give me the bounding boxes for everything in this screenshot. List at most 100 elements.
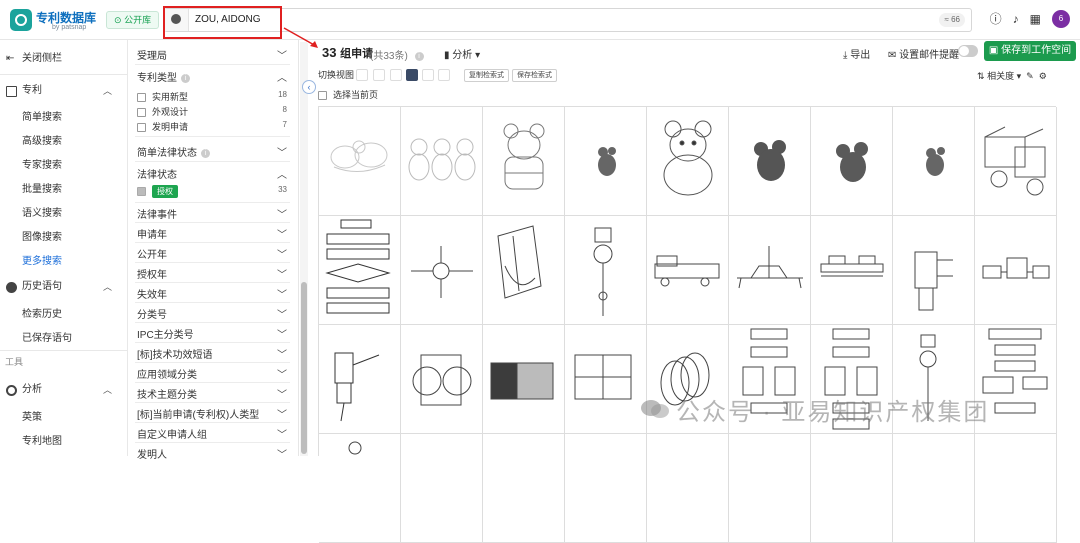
nav-patent-map[interactable]: 专利地图 (22, 432, 62, 447)
filter-patent-type[interactable]: 专利类型 i ︿ (137, 69, 287, 84)
patent-thumbnail[interactable] (893, 216, 975, 325)
chart-view-icon[interactable] (438, 69, 450, 81)
filter-publication-year[interactable]: 公开年 ﹀ (137, 246, 287, 261)
filter-ipc-main[interactable]: IPC主分类号 ﹀ (137, 326, 287, 341)
nav-semantic-search[interactable]: 语义搜索 (22, 204, 62, 219)
filter-application-field[interactable]: 应用领域分类 ﹀ (137, 366, 287, 381)
filter-tech-topic[interactable]: 技术主题分类 ﹀ (137, 386, 287, 401)
export-button[interactable]: ⤓ 导出 (843, 46, 870, 61)
save-query-button[interactable]: 保存检索式 (512, 69, 557, 82)
patent-thumbnail[interactable] (975, 216, 1057, 325)
filter-expiry-year[interactable]: 失效年 ﹀ (137, 286, 287, 301)
filter-application-year[interactable]: 申请年 ﹀ (137, 226, 287, 241)
patent-thumbnail[interactable] (401, 216, 483, 325)
patent-thumbnail[interactable] (319, 216, 401, 325)
copy-query-button[interactable]: 复制检索式 (464, 69, 509, 82)
checkbox[interactable] (318, 91, 327, 101)
chevron-down-icon[interactable]: ﹀ (277, 47, 287, 62)
patent-thumbnail[interactable] (893, 434, 975, 543)
patent-thumbnail[interactable] (319, 107, 401, 216)
patent-thumbnail[interactable] (565, 434, 647, 543)
patent-thumbnail[interactable] (729, 434, 811, 543)
patent-thumbnail[interactable] (975, 107, 1057, 216)
sort-dropdown[interactable]: ⇅ 相关度 ▾ ✎ ⚙ (977, 69, 1047, 82)
patent-thumbnail[interactable] (401, 107, 483, 216)
nav-insights[interactable]: 英策 (22, 408, 42, 423)
chevron-down-icon[interactable]: ﹀ (277, 426, 287, 441)
chevron-down-icon[interactable]: ﹀ (277, 366, 287, 381)
info-icon[interactable]: i (181, 73, 190, 83)
patent-thumbnail[interactable] (811, 434, 893, 543)
chevron-up-icon[interactable]: ︿ (103, 277, 112, 297)
patent-thumbnail[interactable] (975, 434, 1057, 543)
chevron-down-icon[interactable]: ﹀ (277, 446, 287, 461)
chevron-down-icon[interactable]: ﹀ (277, 144, 287, 159)
filter-classification[interactable]: 分类号 ﹀ (137, 306, 287, 321)
settings-gear-icon[interactable]: ⚙ (1039, 71, 1047, 81)
filter-legal-event[interactable]: 法律事件 ﹀ (137, 206, 287, 221)
filter-legal-status[interactable]: 法律状态 ︿ (137, 166, 287, 181)
chevron-up-icon[interactable]: ︿ (103, 380, 112, 400)
patent-thumbnail[interactable] (647, 216, 729, 325)
filter-custom-assignee-group[interactable]: 自定义申请人组 ﹀ (137, 426, 287, 441)
chevron-down-icon[interactable]: ﹀ (277, 306, 287, 321)
checkbox[interactable] (137, 108, 146, 118)
chevron-down-icon[interactable]: ﹀ (277, 246, 287, 261)
chevron-up-icon[interactable]: ︿ (277, 166, 287, 181)
nav-patent[interactable]: 专利 ︿ (0, 81, 128, 101)
patent-thumbnail[interactable] (811, 107, 893, 216)
chevron-down-icon[interactable]: ﹀ (277, 326, 287, 341)
filter-simple-legal-status[interactable]: 简单法律状态 i ﹀ (137, 144, 287, 159)
checkbox[interactable] (137, 123, 146, 133)
nav-history[interactable]: 历史语句 ︿ (0, 277, 128, 297)
select-current-page[interactable]: 选择当前页 (318, 88, 378, 101)
apps-grid-icon[interactable]: ▦ (1030, 10, 1041, 28)
nav-search-history[interactable]: 检索历史 (22, 305, 62, 320)
bell-icon[interactable]: ♪ (1013, 10, 1019, 28)
patent-thumbnail[interactable] (483, 216, 565, 325)
checkbox[interactable] (137, 93, 146, 103)
filter-grant-year[interactable]: 授权年 ﹀ (137, 266, 287, 281)
patent-thumbnail[interactable] (401, 434, 483, 543)
filter-option-design[interactable]: 外观设计 8 (137, 105, 287, 118)
patent-thumbnail[interactable] (729, 107, 811, 216)
chevron-down-icon[interactable]: ﹀ (277, 266, 287, 281)
checkbox-checked[interactable] (137, 187, 146, 197)
nav-expert-search[interactable]: 专家搜索 (22, 156, 62, 171)
collapse-filter-button[interactable]: ‹ (302, 80, 316, 94)
filter-assignee-type[interactable]: [标]当前申请(专利权)人类型 ﹀ (137, 406, 287, 421)
chevron-down-icon[interactable]: ﹀ (277, 386, 287, 401)
patent-thumbnail[interactable] (565, 325, 647, 434)
scroll-thumb[interactable] (301, 282, 307, 454)
analysis-dropdown[interactable]: ▮ 分析 ▾ (444, 46, 480, 61)
info-icon[interactable]: i (414, 51, 424, 61)
patent-thumbnail[interactable] (483, 434, 565, 543)
info-icon[interactable]: i (201, 148, 210, 158)
patent-thumbnail[interactable] (565, 216, 647, 325)
filter-tech-effect[interactable]: [标]技术功效短语 ﹀ (137, 346, 287, 361)
patent-thumbnail[interactable] (483, 107, 565, 216)
list-view-icon[interactable] (356, 69, 368, 81)
patent-thumbnail[interactable] (811, 216, 893, 325)
avatar[interactable]: 6 (1052, 10, 1070, 28)
patent-thumbnail[interactable] (401, 325, 483, 434)
chevron-down-icon[interactable]: ﹀ (277, 346, 287, 361)
email-alert-toggle-label[interactable]: ✉ 设置邮件提醒 (888, 46, 959, 61)
nav-advanced-search[interactable]: 高级搜索 (22, 132, 62, 147)
nav-more-search[interactable]: 更多搜索 (22, 252, 62, 267)
nav-saved-queries[interactable]: 已保存语句 (22, 329, 72, 344)
patent-thumbnail[interactable] (647, 434, 729, 543)
patent-thumbnail[interactable] (483, 325, 565, 434)
public-library-button[interactable]: ⊙ 公开库 (106, 11, 160, 29)
filter-option-invention[interactable]: 发明申请 7 (137, 120, 287, 133)
patent-thumbnail[interactable] (565, 107, 647, 216)
image-view-icon[interactable] (390, 69, 402, 81)
filter-office[interactable]: 受理局 ﹀ (137, 47, 287, 62)
save-to-workspace-button[interactable]: ▣ 保存到工作空间 (984, 41, 1076, 61)
filter-option-granted[interactable]: 授权 33 (137, 185, 287, 198)
brush-icon[interactable]: ✎ (1026, 71, 1034, 81)
chevron-down-icon[interactable]: ﹀ (277, 406, 287, 421)
nav-batch-search[interactable]: 批量搜索 (22, 180, 62, 195)
nav-simple-search[interactable]: 简单搜索 (22, 108, 62, 123)
tree-view-icon[interactable] (422, 69, 434, 81)
